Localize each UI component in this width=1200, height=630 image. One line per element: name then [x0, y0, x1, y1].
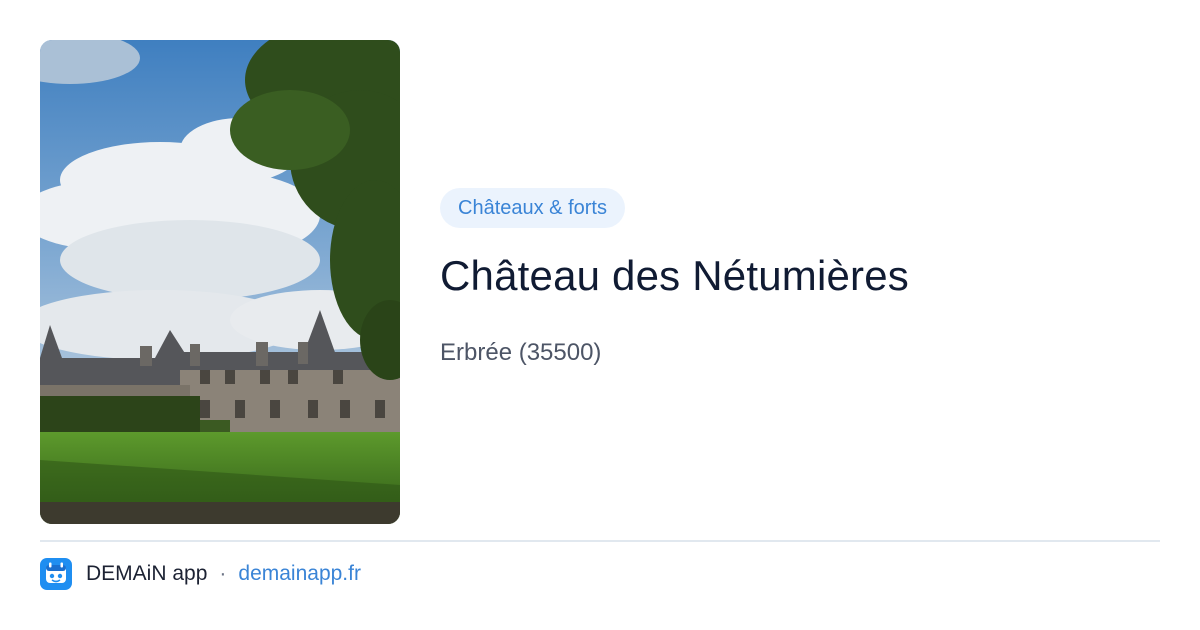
chateau-photo-illustration — [40, 40, 400, 524]
app-name: DEMAiN app — [86, 562, 208, 585]
footer: DEMAiN app · demainapp.fr — [40, 557, 361, 591]
demain-app-logo-icon — [40, 558, 72, 590]
category-badge[interactable]: Châteaux & forts — [440, 188, 625, 228]
place-title: Château des Nétumières — [440, 252, 909, 299]
site-link[interactable]: demainapp.fr — [238, 562, 361, 586]
place-info: Châteaux & forts Château des Nétumières … — [440, 188, 1160, 368]
chateau-photo[interactable] — [40, 40, 400, 524]
divider — [40, 540, 1160, 542]
preview-card: Châteaux & forts Château des Nétumières … — [0, 0, 1200, 630]
place-location: Erbrée (35500) — [440, 339, 602, 366]
footer-separator: · — [219, 562, 227, 585]
